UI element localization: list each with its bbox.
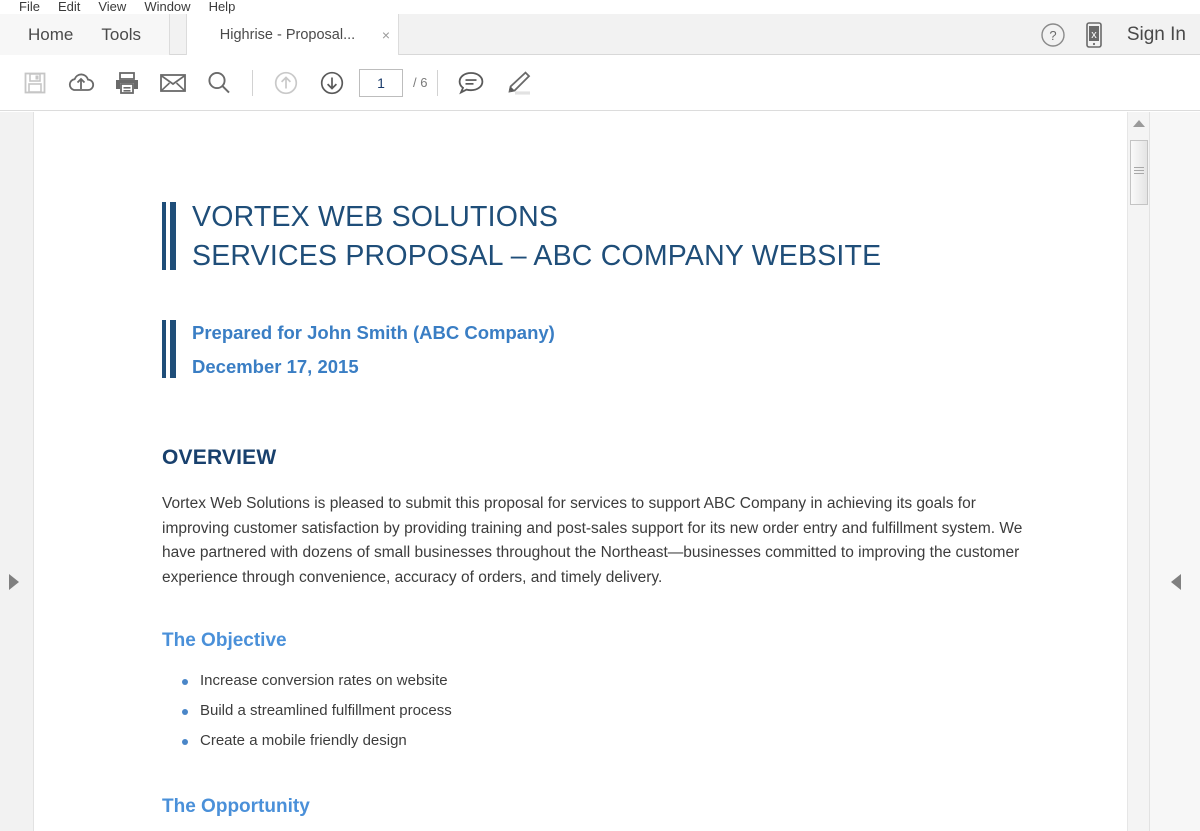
next-page-button[interactable] (317, 66, 347, 100)
tab-tools[interactable]: Tools (87, 25, 155, 45)
toolbar-divider (252, 69, 253, 96)
page-number-input[interactable]: 1 (359, 68, 403, 97)
list-item: Create a mobile friendly design (182, 726, 1059, 756)
accent-bar (162, 202, 178, 270)
menu-item-edit[interactable]: Edit (49, 0, 89, 14)
vertical-scrollbar[interactable] (1127, 112, 1150, 831)
mobile-device-icon[interactable]: x (1084, 21, 1104, 48)
close-icon[interactable]: × (374, 27, 398, 43)
menu-bar: File Edit View Window Help (0, 0, 1200, 14)
tab-bar: Home Tools Highrise - Proposal... × ? x (0, 14, 1200, 55)
left-panel-strip (0, 112, 34, 831)
right-panel-strip (1149, 112, 1200, 831)
document-subtitle-block: Prepared for John Smith (ABC Company) De… (162, 316, 1059, 384)
tab-document[interactable]: Highrise - Proposal... × (186, 14, 399, 55)
primary-tabs: Home Tools (0, 14, 171, 55)
list-item: Increase conversion rates on website (182, 666, 1059, 696)
print-button[interactable] (112, 66, 142, 100)
cloud-upload-button[interactable] (66, 66, 96, 100)
menu-item-view[interactable]: View (89, 0, 135, 14)
scrollbar-thumb[interactable] (1130, 140, 1148, 205)
triangle-up-icon[interactable] (1133, 120, 1145, 127)
menu-item-window[interactable]: Window (135, 0, 199, 14)
triangle-right-icon[interactable] (9, 574, 19, 590)
page-title-line-2: SERVICES PROPOSAL – ABC COMPANY WEBSITE (192, 240, 882, 272)
previous-page-button[interactable] (271, 66, 301, 100)
svg-text:x: x (1091, 29, 1097, 41)
toolbar-divider-2 (437, 69, 439, 96)
triangle-left-icon[interactable] (1171, 574, 1181, 590)
help-circle-icon[interactable]: ? (1040, 22, 1066, 48)
add-comment-button[interactable] (456, 66, 486, 100)
tab-document-title: Highrise - Proposal... (219, 26, 356, 43)
scrollbar-grip (1134, 167, 1144, 176)
prepared-for-label: Prepared for John Smith (ABC Company) (192, 322, 555, 343)
opportunity-heading: The Opportunity (162, 796, 310, 817)
objective-heading: The Objective (162, 630, 287, 651)
document-title-block: VORTEX WEB SOLUTIONS SERVICES PROPOSAL –… (162, 198, 1059, 276)
sign-in-button[interactable]: Sign In (1127, 24, 1186, 46)
highlight-text-button[interactable] (502, 66, 532, 100)
svg-text:?: ? (1049, 28, 1056, 43)
tab-home[interactable]: Home (14, 25, 87, 45)
overview-paragraph: Vortex Web Solutions is pleased to submi… (162, 495, 1023, 586)
email-button[interactable] (158, 66, 188, 100)
list-item: Build a streamlined fulfillment process (182, 696, 1059, 726)
search-icon[interactable] (204, 66, 234, 100)
acrobat-reader-window: File Edit View Window Help Home Tools Hi… (0, 0, 1200, 831)
tab-bar-right: ? x Sign In (1031, 14, 1200, 55)
document-date: December 17, 2015 (192, 356, 359, 377)
save-file-button[interactable] (20, 66, 50, 100)
pdf-page: VORTEX WEB SOLUTIONS SERVICES PROPOSAL –… (34, 112, 1129, 831)
accent-bar-2 (162, 320, 178, 378)
objective-list: Increase conversion rates on website Bui… (162, 666, 1059, 756)
overview-heading: OVERVIEW (162, 446, 277, 469)
page-title-line-1: VORTEX WEB SOLUTIONS (192, 201, 559, 233)
document-viewer: VORTEX WEB SOLUTIONS SERVICES PROPOSAL –… (0, 112, 1200, 831)
toolbar: 1 / 6 (0, 55, 1200, 111)
menu-item-help[interactable]: Help (200, 0, 245, 14)
page-total-label: / 6 (413, 75, 428, 90)
menu-item-file[interactable]: File (10, 0, 49, 14)
